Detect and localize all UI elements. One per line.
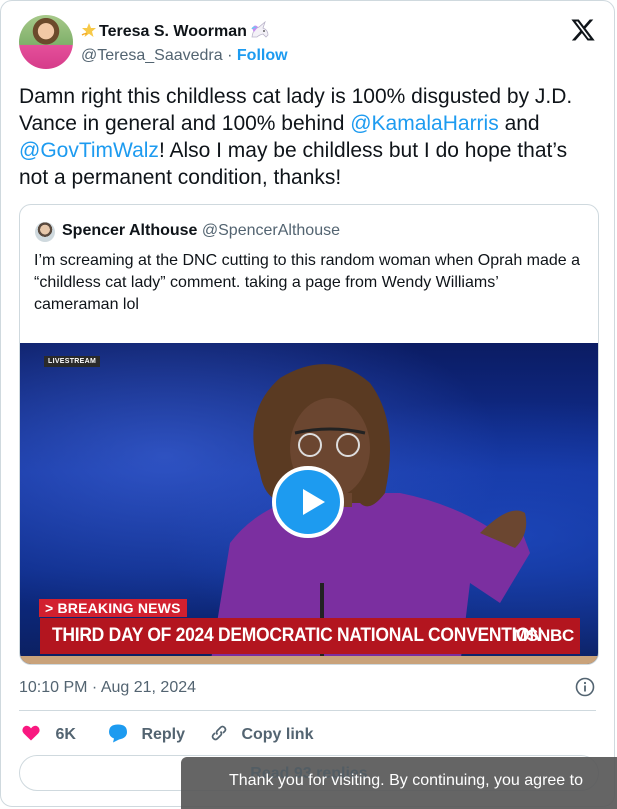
lower-third-text: THIRD DAY OF 2024 DEMOCRATIC NATIONAL CO… xyxy=(52,625,542,646)
unicorn-emoji-icon xyxy=(251,21,269,38)
link-icon xyxy=(211,725,227,741)
mention-kamalaharris[interactable]: @KamalaHarris xyxy=(350,112,499,135)
tweet-embed-card: Teresa S. Woorman @Teresa_Saavedra · Fol… xyxy=(0,0,615,807)
quoted-tweet[interactable]: Spencer Althouse @SpencerAlthouse I’m sc… xyxy=(19,204,599,665)
follow-button[interactable]: Follow xyxy=(237,47,288,64)
breaking-news-label: > BREAKING NEWS xyxy=(39,599,187,617)
quoted-author-handle: @SpencerAlthouse xyxy=(201,222,340,239)
mention-govtimwalz[interactable]: @GovTimWalz xyxy=(19,139,159,162)
reply-label: Reply xyxy=(141,726,186,743)
tweet-text: Damn right this childless cat lady is 10… xyxy=(19,83,599,191)
quoted-author-row: Spencer Althouse @SpencerAlthouse xyxy=(62,222,340,240)
quoted-tweet-text: I’m screaming at the DNC cutting to this… xyxy=(34,252,581,313)
tweet-header: Teresa S. Woorman @Teresa_Saavedra · Fol… xyxy=(19,15,596,71)
like-count: 6K xyxy=(55,726,76,743)
author-name: Teresa S. Woorman xyxy=(99,23,247,40)
author-name-row[interactable]: Teresa S. Woorman xyxy=(81,21,271,41)
livestream-badge: LIVESTREAM xyxy=(44,356,101,367)
play-icon xyxy=(303,489,325,515)
tweet-text-part-2: and xyxy=(498,112,540,135)
like-button[interactable]: 6K xyxy=(21,723,76,744)
copy-link-button[interactable]: Copy link xyxy=(209,723,313,744)
cookie-banner-text: Thank you for visiting. By continuing, y… xyxy=(229,772,583,789)
video-player[interactable]: LIVESTREAM > BREAKING NEWS THIRD DAY OF … xyxy=(20,343,598,664)
heart-icon xyxy=(22,725,40,741)
info-icon[interactable] xyxy=(575,677,595,697)
reply-button[interactable]: Reply xyxy=(107,723,185,744)
author-avatar[interactable] xyxy=(19,15,73,69)
author-handle[interactable]: @Teresa_Saavedra xyxy=(81,47,223,64)
lower-third-banner: THIRD DAY OF 2024 DEMOCRATIC NATIONAL CO… xyxy=(40,618,580,654)
quoted-author-avatar xyxy=(35,222,55,242)
x-logo-icon[interactable] xyxy=(570,17,596,43)
separator-dot: · xyxy=(227,47,233,64)
copy-link-label: Copy link xyxy=(241,726,314,743)
network-logo: MSNBC xyxy=(513,626,574,645)
reply-bubble-icon xyxy=(109,724,127,743)
play-button[interactable] xyxy=(272,466,344,538)
quoted-author-name: Spencer Althouse xyxy=(62,222,198,239)
divider xyxy=(19,710,596,711)
star-emoji-icon xyxy=(81,23,96,37)
stage-edge xyxy=(20,656,598,664)
author-handle-row: @Teresa_Saavedra · Follow xyxy=(81,47,288,65)
cookie-consent-banner[interactable]: Thank you for visiting. By continuing, y… xyxy=(181,757,617,809)
tweet-timestamp[interactable]: 10:10 PM · Aug 21, 2024 xyxy=(19,679,196,697)
